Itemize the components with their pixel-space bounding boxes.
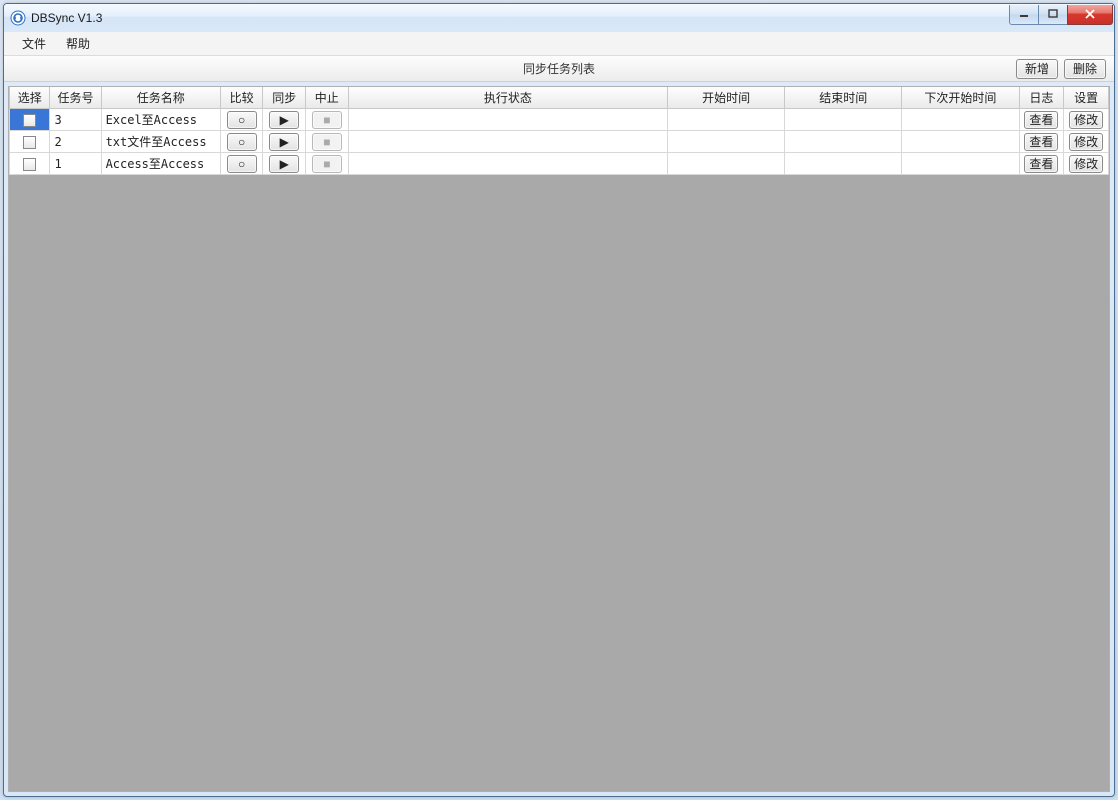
next-start-cell	[902, 153, 1019, 175]
minimize-button[interactable]	[1009, 5, 1039, 25]
sync-cell: ▶	[263, 131, 306, 153]
settings-cell: 修改	[1064, 131, 1109, 153]
select-checkbox[interactable]	[23, 136, 36, 149]
sync-button[interactable]: ▶	[269, 155, 299, 173]
grid-header-row: 选择 任务号 任务名称 比较 同步 中止 执行状态 开始时间 结束时间 下次开始…	[10, 87, 1109, 109]
settings-cell: 修改	[1064, 153, 1109, 175]
start-time-cell	[668, 131, 785, 153]
col-compare[interactable]: 比较	[220, 87, 263, 109]
select-cell[interactable]	[10, 109, 50, 131]
stop-cell: ■	[306, 131, 349, 153]
menu-help[interactable]: 帮助	[56, 32, 100, 55]
select-checkbox[interactable]	[23, 114, 36, 127]
minimize-icon	[1019, 9, 1029, 19]
app-icon	[10, 10, 26, 26]
log-cell: 查看	[1019, 153, 1064, 175]
sync-cell: ▶	[263, 109, 306, 131]
col-start[interactable]: 开始时间	[668, 87, 785, 109]
start-time-cell	[668, 153, 785, 175]
col-task-name[interactable]: 任务名称	[101, 87, 220, 109]
compare-cell: ○	[220, 109, 263, 131]
compare-button[interactable]: ○	[227, 155, 257, 173]
task-grid-wrap: 选择 任务号 任务名称 比较 同步 中止 执行状态 开始时间 结束时间 下次开始…	[9, 87, 1109, 175]
task-grid: 选择 任务号 任务名称 比较 同步 中止 执行状态 开始时间 结束时间 下次开始…	[9, 87, 1109, 175]
maximize-icon	[1048, 9, 1058, 19]
sync-button[interactable]: ▶	[269, 111, 299, 129]
sync-button[interactable]: ▶	[269, 133, 299, 151]
close-button[interactable]	[1067, 5, 1113, 25]
toolbar-buttons: 新增 删除	[1016, 59, 1106, 79]
status-cell	[348, 153, 667, 175]
select-cell[interactable]	[10, 153, 50, 175]
next-start-cell	[902, 131, 1019, 153]
modify-button[interactable]: 修改	[1069, 133, 1103, 151]
settings-cell: 修改	[1064, 109, 1109, 131]
modify-button[interactable]: 修改	[1069, 155, 1103, 173]
end-time-cell	[785, 131, 902, 153]
col-task-num[interactable]: 任务号	[50, 87, 101, 109]
task-num-cell: 2	[50, 131, 101, 153]
view-log-button[interactable]: 查看	[1024, 155, 1058, 173]
compare-cell: ○	[220, 153, 263, 175]
table-row[interactable]: 1Access至Access ○ ▶ ■ 查看修改	[10, 153, 1109, 175]
select-cell[interactable]	[10, 131, 50, 153]
table-row[interactable]: 3Excel至Access ○ ▶ ■ 查看修改	[10, 109, 1109, 131]
start-time-cell	[668, 109, 785, 131]
toolbar: 同步任务列表 新增 删除	[4, 56, 1114, 82]
stop-button: ■	[312, 111, 342, 129]
compare-button[interactable]: ○	[227, 111, 257, 129]
col-status[interactable]: 执行状态	[348, 87, 667, 109]
log-cell: 查看	[1019, 109, 1064, 131]
col-sync[interactable]: 同步	[263, 87, 306, 109]
compare-button[interactable]: ○	[227, 133, 257, 151]
stop-button: ■	[312, 133, 342, 151]
delete-button[interactable]: 删除	[1064, 59, 1106, 79]
col-log[interactable]: 日志	[1019, 87, 1064, 109]
status-cell	[348, 131, 667, 153]
col-next[interactable]: 下次开始时间	[902, 87, 1019, 109]
sync-cell: ▶	[263, 153, 306, 175]
window-controls	[1010, 5, 1113, 25]
task-name-cell: txt文件至Access	[101, 131, 220, 153]
maximize-button[interactable]	[1038, 5, 1068, 25]
next-start-cell	[902, 109, 1019, 131]
close-icon	[1084, 9, 1096, 19]
menubar: 文件 帮助	[4, 32, 1114, 56]
window-title: DBSync V1.3	[31, 11, 1010, 25]
col-stop[interactable]: 中止	[306, 87, 349, 109]
toolbar-title: 同步任务列表	[4, 60, 1114, 77]
end-time-cell	[785, 109, 902, 131]
task-name-cell: Excel至Access	[101, 109, 220, 131]
compare-cell: ○	[220, 131, 263, 153]
table-row[interactable]: 2txt文件至Access ○ ▶ ■ 查看修改	[10, 131, 1109, 153]
col-settings[interactable]: 设置	[1064, 87, 1109, 109]
task-name-cell: Access至Access	[101, 153, 220, 175]
modify-button[interactable]: 修改	[1069, 111, 1103, 129]
view-log-button[interactable]: 查看	[1024, 133, 1058, 151]
task-num-cell: 3	[50, 109, 101, 131]
stop-button: ■	[312, 155, 342, 173]
view-log-button[interactable]: 查看	[1024, 111, 1058, 129]
stop-cell: ■	[306, 109, 349, 131]
app-window: DBSync V1.3 文件 帮助 同步任务列表 新增 删除	[3, 3, 1115, 797]
col-end[interactable]: 结束时间	[785, 87, 902, 109]
status-cell	[348, 109, 667, 131]
content-area: 选择 任务号 任务名称 比较 同步 中止 执行状态 开始时间 结束时间 下次开始…	[8, 86, 1110, 792]
select-checkbox[interactable]	[23, 158, 36, 171]
add-button[interactable]: 新增	[1016, 59, 1058, 79]
stop-cell: ■	[306, 153, 349, 175]
end-time-cell	[785, 153, 902, 175]
task-num-cell: 1	[50, 153, 101, 175]
titlebar: DBSync V1.3	[4, 4, 1114, 32]
log-cell: 查看	[1019, 131, 1064, 153]
col-select[interactable]: 选择	[10, 87, 50, 109]
menu-file[interactable]: 文件	[12, 32, 56, 55]
